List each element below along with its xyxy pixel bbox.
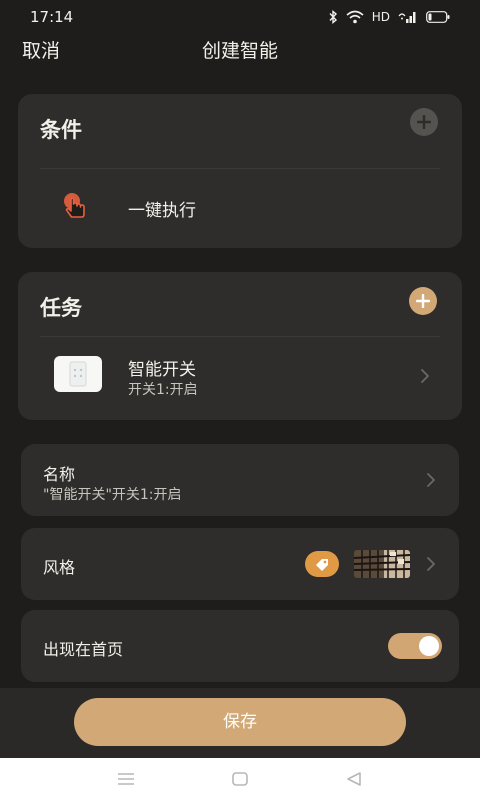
plus-icon bbox=[416, 294, 430, 308]
show-on-home-label: 出现在首页 bbox=[43, 640, 124, 659]
network-type-label: HD bbox=[371, 10, 390, 24]
plus-icon bbox=[417, 115, 431, 129]
name-label: 名称 bbox=[43, 465, 76, 484]
cancel-button[interactable]: 取消 bbox=[22, 36, 60, 63]
show-on-home-toggle[interactable] bbox=[388, 633, 442, 659]
condition-section-title: 条件 bbox=[40, 118, 82, 142]
chevron-right-icon bbox=[421, 369, 429, 383]
task-detail: 开关1:开启 bbox=[128, 382, 198, 398]
show-on-home-row: 出现在首页 bbox=[21, 610, 459, 682]
signal-icon bbox=[398, 10, 418, 24]
condition-card: 条件 一键执行 bbox=[18, 94, 462, 248]
chevron-right-icon bbox=[427, 557, 435, 571]
task-card: 任务 智能开关 开关1:开启 bbox=[18, 272, 462, 420]
style-background-thumbnail bbox=[354, 550, 410, 578]
condition-divider bbox=[40, 168, 440, 169]
task-section-title: 任务 bbox=[40, 296, 82, 320]
task-name: 智能开关 bbox=[128, 360, 196, 380]
status-icons: HD bbox=[328, 10, 450, 24]
chevron-right-icon bbox=[427, 473, 435, 487]
tag-icon bbox=[305, 551, 339, 577]
status-time: 17:14 bbox=[30, 8, 74, 26]
name-setting-row[interactable]: 名称 "智能开关"开关1:开启 bbox=[21, 444, 459, 516]
menu-icon[interactable] bbox=[114, 768, 138, 790]
page-title: 创建智能 bbox=[201, 40, 278, 62]
home-icon[interactable] bbox=[228, 768, 252, 790]
toggle-knob bbox=[419, 636, 439, 656]
tap-hand-icon bbox=[62, 192, 90, 226]
style-label: 风格 bbox=[43, 558, 76, 577]
style-setting-row[interactable]: 风格 bbox=[21, 528, 459, 600]
system-nav-bar bbox=[0, 758, 480, 800]
name-value: "智能开关"开关1:开启 bbox=[43, 487, 182, 503]
switch-device-icon bbox=[54, 356, 102, 392]
task-divider bbox=[40, 336, 440, 337]
condition-item[interactable]: 一键执行 bbox=[18, 178, 462, 248]
bottom-action-bar: 保存 bbox=[0, 688, 480, 758]
back-icon[interactable] bbox=[342, 768, 366, 790]
add-task-button[interactable] bbox=[409, 287, 437, 315]
condition-label: 一键执行 bbox=[128, 201, 196, 221]
app-header: 取消 创建智能 bbox=[0, 34, 480, 68]
add-condition-button[interactable] bbox=[410, 108, 438, 136]
save-button[interactable]: 保存 bbox=[74, 698, 406, 746]
screen: 17:14 HD 取消 创建智能 条件 一键执行 任务 智能开关 开关1:开启 … bbox=[0, 0, 480, 800]
bluetooth-icon bbox=[328, 10, 338, 24]
status-bar: 17:14 HD bbox=[0, 0, 480, 34]
task-item[interactable]: 智能开关 开关1:开启 bbox=[18, 338, 462, 418]
wifi-icon bbox=[346, 10, 364, 24]
battery-icon bbox=[426, 11, 450, 23]
